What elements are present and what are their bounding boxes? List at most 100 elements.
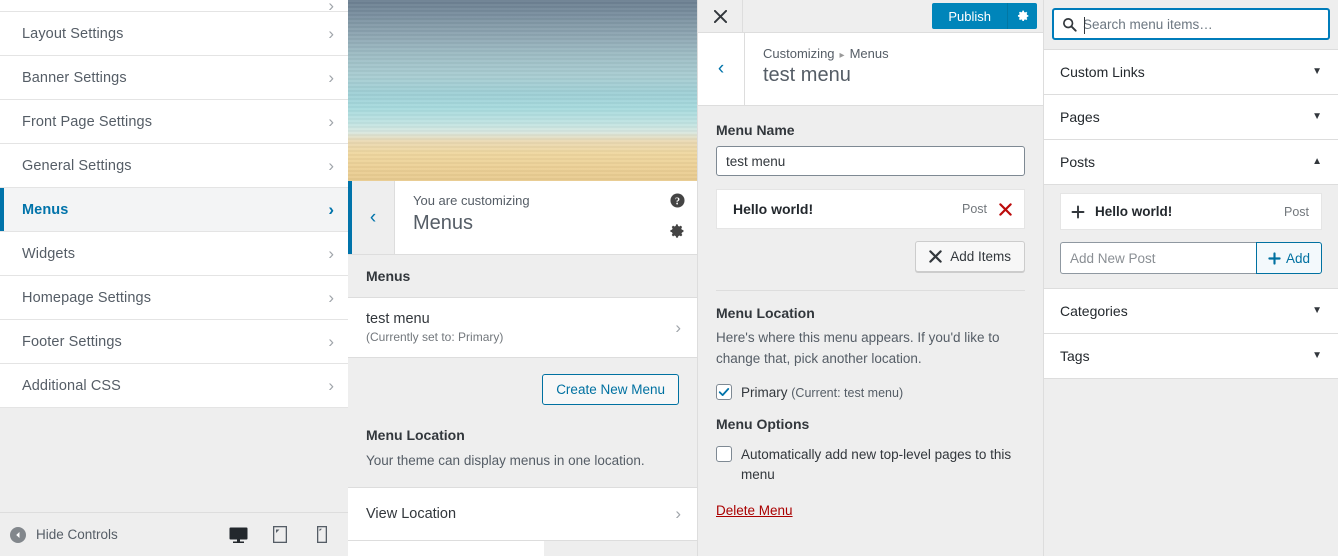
- hide-controls-button[interactable]: Hide Controls: [10, 526, 118, 543]
- sidebar-item-additional-css[interactable]: Additional CSS ›: [0, 364, 348, 408]
- menu-options-heading: Menu Options: [716, 416, 810, 433]
- primary-location-checkbox[interactable]: [716, 383, 732, 400]
- search-menu-items-box[interactable]: [1052, 8, 1330, 40]
- menu-location-heading: Menu Location: [716, 305, 815, 321]
- menu-item-title: Hello world!: [733, 201, 814, 217]
- chevron-right-icon: ›: [328, 288, 334, 307]
- posts-accordion-body: Hello world! Post Add: [1044, 185, 1338, 288]
- chevron-down-icon: ▼: [1312, 305, 1322, 316]
- accordion-header-posts[interactable]: Posts ▲: [1044, 140, 1338, 184]
- close-icon: [713, 9, 727, 23]
- delete-menu-link[interactable]: Delete Menu: [716, 503, 793, 518]
- remove-menu-item-icon[interactable]: [999, 202, 1012, 216]
- close-customizer-button[interactable]: [698, 0, 743, 32]
- panel-header-icons: ?: [669, 193, 685, 244]
- breadcrumb-current[interactable]: Menus: [850, 46, 889, 61]
- sidebar-item-label: Front Page Settings: [22, 113, 153, 130]
- primary-current-note: (Current: test menu): [791, 385, 904, 400]
- sidebar-item-label: General Settings: [22, 157, 132, 174]
- chevron-right-icon: ›: [328, 244, 334, 263]
- collapse-arrow-icon: [10, 526, 26, 543]
- menus-panel-back-button[interactable]: ‹: [348, 181, 395, 254]
- sidebar-item-banner-settings[interactable]: Banner Settings ›: [0, 56, 348, 100]
- menu-item-row[interactable]: Hello world! Post: [716, 189, 1025, 229]
- text-cursor: [1084, 17, 1085, 34]
- desktop-preview-icon[interactable]: [228, 525, 248, 545]
- sidebar-item-front-page-settings[interactable]: Front Page Settings ›: [0, 100, 348, 144]
- menus-section-heading: Menus: [348, 255, 697, 297]
- sidebar-item-menus[interactable]: Menus ›: [0, 188, 348, 232]
- tablet-preview-icon[interactable]: [270, 525, 290, 545]
- breadcrumb-root[interactable]: Customizing: [763, 46, 835, 61]
- sidebar-item-partial[interactable]: ›: [0, 0, 348, 12]
- sidebar-item-label: Widgets: [22, 245, 76, 262]
- sidebar-item-general-settings[interactable]: General Settings ›: [0, 144, 348, 188]
- sidebar-item-label: Layout Settings: [22, 25, 124, 42]
- menus-panel-header-body: You are customizing Menus ?: [395, 181, 697, 254]
- create-new-menu-button[interactable]: Create New Menu: [542, 374, 679, 405]
- sidebar-item-label: Menus: [22, 201, 69, 218]
- chevron-down-icon: ▼: [1312, 350, 1322, 361]
- accordion-tags: Tags ▼: [1044, 334, 1338, 379]
- publish-button[interactable]: Publish: [932, 3, 1007, 29]
- accordion-header-categories[interactable]: Categories ▼: [1044, 289, 1338, 333]
- you-are-customizing-label: You are customizing: [413, 193, 530, 208]
- add-items-button[interactable]: Add Items: [915, 241, 1025, 272]
- breadcrumb-separator-icon: ▸: [839, 50, 845, 61]
- search-icon: [1062, 17, 1083, 32]
- sidebar-item-footer-settings[interactable]: Footer Settings ›: [0, 320, 348, 364]
- add-new-post-row: Add: [1060, 242, 1323, 274]
- primary-location-label: Primary (Current: test menu): [741, 383, 903, 403]
- publish-settings-gear-icon[interactable]: [1007, 3, 1037, 29]
- add-new-post-input[interactable]: [1060, 242, 1256, 274]
- view-location-row[interactable]: View Location ›: [348, 487, 697, 542]
- chevron-right-icon: ›: [328, 156, 334, 175]
- available-menu-item-hello-world[interactable]: Hello world! Post: [1060, 193, 1322, 230]
- accordion-header-pages[interactable]: Pages ▼: [1044, 95, 1338, 139]
- chevron-right-icon: ›: [328, 200, 334, 219]
- section-list: › Layout Settings › Banner Settings › Fr…: [0, 0, 348, 408]
- chevron-right-icon: ›: [328, 112, 334, 131]
- accordion-label: Pages: [1060, 109, 1100, 125]
- menu-list-item-test-menu[interactable]: test menu (Currently set to: Primary) ›: [348, 297, 697, 358]
- menus-panel-title: Menus: [413, 211, 474, 234]
- gear-icon[interactable]: [669, 223, 685, 244]
- sidebar-item-widgets[interactable]: Widgets ›: [0, 232, 348, 276]
- add-new-post-button[interactable]: Add: [1256, 242, 1323, 274]
- mobile-preview-icon[interactable]: [312, 525, 332, 545]
- help-icon[interactable]: ?: [669, 193, 685, 213]
- chevron-right-icon: ›: [328, 0, 334, 12]
- create-new-menu-wrap: Create New Menu: [348, 358, 697, 421]
- section-divider: [716, 290, 1025, 291]
- auto-add-pages-checkbox-row[interactable]: Automatically add new top-level pages to…: [716, 445, 1025, 484]
- search-menu-items-input[interactable]: [1083, 16, 1320, 32]
- chevron-right-icon: ›: [675, 504, 681, 524]
- chevron-right-icon: ›: [675, 317, 681, 337]
- sidebar-item-label: Banner Settings: [22, 69, 127, 86]
- add-button-label: Add: [1286, 250, 1311, 266]
- primary-location-checkbox-row[interactable]: Primary (Current: test menu): [716, 383, 1025, 403]
- add-items-label: Add Items: [950, 249, 1011, 264]
- menu-editor-back-button[interactable]: ‹: [698, 33, 745, 105]
- accordion-custom-links: Custom Links ▼: [1044, 49, 1338, 95]
- accordion-header-custom-links[interactable]: Custom Links ▼: [1044, 50, 1338, 94]
- menu-name-input[interactable]: [716, 146, 1025, 176]
- view-location-label: View Location: [366, 506, 457, 523]
- chevron-up-icon: ▲: [1312, 156, 1322, 167]
- panel2-tail-strip: [348, 541, 544, 556]
- auto-add-pages-checkbox[interactable]: [716, 446, 732, 463]
- accordion-label: Tags: [1060, 348, 1090, 364]
- chevron-right-icon: ›: [328, 332, 334, 351]
- menu-location-description: Here's where this menu appears. If you'd…: [716, 330, 1000, 366]
- menu-name-label: Menu Name: [716, 122, 795, 138]
- menu-editor-panel: Publish ‹ Customizing ▸ Menus test menu Me…: [697, 0, 1043, 556]
- menu-list-item-text: test menu (Currently set to: Primary): [366, 311, 675, 344]
- menu-editor-header: ‹ Customizing ▸ Menus test menu: [698, 33, 1043, 106]
- sidebar-item-homepage-settings[interactable]: Homepage Settings ›: [0, 276, 348, 320]
- chevron-down-icon: ▼: [1312, 111, 1322, 122]
- sidebar-item-layout-settings[interactable]: Layout Settings ›: [0, 12, 348, 56]
- menu-item-type: Post: [961, 202, 987, 216]
- accordion-header-tags[interactable]: Tags ▼: [1044, 334, 1338, 378]
- hide-controls-label: Hide Controls: [36, 527, 118, 542]
